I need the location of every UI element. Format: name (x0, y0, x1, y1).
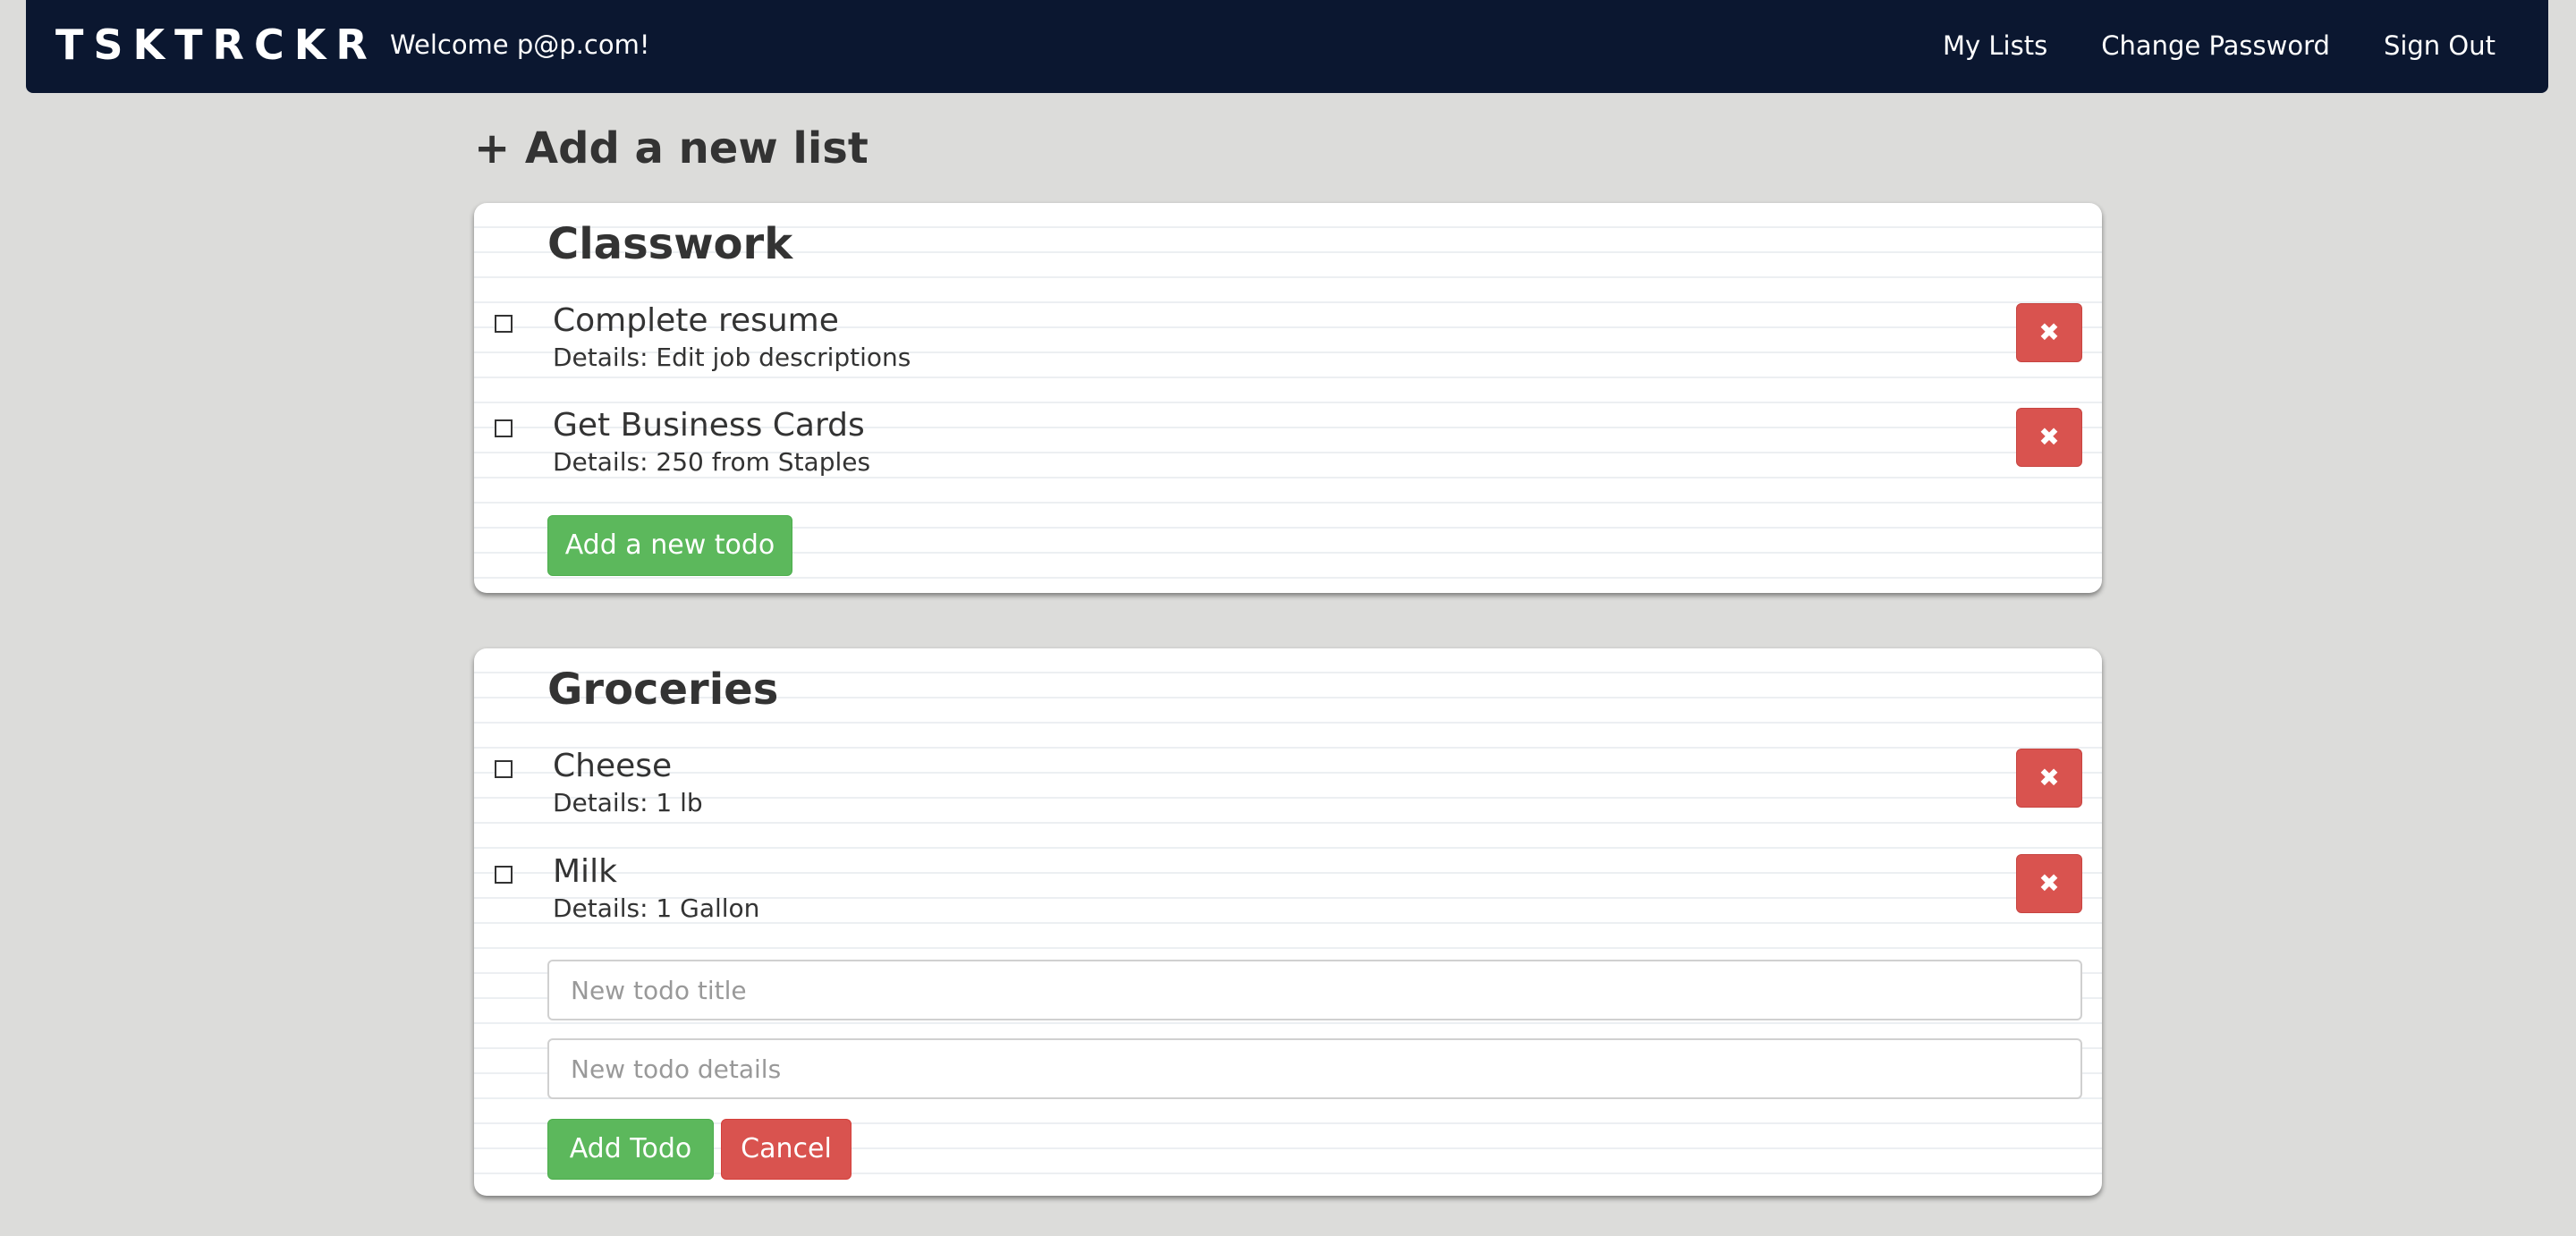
delete-todo-button[interactable]: ✖ (2016, 749, 2082, 808)
todo-title: Milk (553, 853, 617, 890)
navbar: TSKTRCKR Welcome p@p.com! My Lists Chang… (26, 0, 2548, 93)
todo-title: Cheese (553, 748, 673, 784)
todo-item: Get Business Cards Details: 250 from Sta… (474, 397, 2102, 487)
brand-logo[interactable]: TSKTRCKR (55, 21, 377, 68)
nav-my-lists[interactable]: My Lists (1943, 30, 2047, 62)
delete-todo-button[interactable]: ✖ (2016, 408, 2082, 467)
delete-todo-button[interactable]: ✖ (2016, 854, 2082, 913)
new-todo-details-input[interactable] (547, 1038, 2082, 1099)
todo-title: Complete resume (553, 302, 839, 339)
todo-details: Details: 1 lb (553, 788, 703, 817)
nav-sign-out[interactable]: Sign Out (2384, 30, 2496, 62)
todo-item: Milk Details: 1 Gallon ✖ (474, 843, 2102, 933)
list-title: Groceries (547, 665, 779, 715)
list-card-groceries: Groceries Cheese Details: 1 lb ✖ Milk De… (474, 648, 2102, 1196)
todo-details: Details: 250 from Staples (553, 447, 871, 477)
todo-item: Cheese Details: 1 lb ✖ (474, 738, 2102, 827)
delete-todo-button[interactable]: ✖ (2016, 303, 2082, 362)
nav-links: My Lists Change Password Sign Out (1943, 30, 2496, 62)
todo-details: Details: 1 Gallon (553, 893, 760, 923)
add-new-list-link[interactable]: + Add a new list (474, 122, 869, 175)
close-icon: ✖ (2038, 317, 2060, 347)
todo-title: Get Business Cards (553, 407, 865, 444)
list-card-classwork: Classwork Complete resume Details: Edit … (474, 203, 2102, 593)
add-todo-button[interactable]: Add Todo (547, 1119, 714, 1180)
welcome-message: Welcome p@p.com! (390, 30, 650, 60)
nav-change-password[interactable]: Change Password (2101, 30, 2330, 62)
new-todo-title-input[interactable] (547, 960, 2082, 1020)
todo-details: Details: Edit job descriptions (553, 343, 911, 372)
close-icon: ✖ (2038, 868, 2060, 898)
add-new-todo-button[interactable]: Add a new todo (547, 515, 792, 576)
close-icon: ✖ (2038, 422, 2060, 452)
list-title: Classwork (547, 219, 793, 269)
close-icon: ✖ (2038, 763, 2060, 792)
checkbox-unchecked-icon[interactable] (495, 315, 513, 333)
checkbox-unchecked-icon[interactable] (495, 866, 513, 884)
cancel-button[interactable]: Cancel (721, 1119, 852, 1180)
checkbox-unchecked-icon[interactable] (495, 760, 513, 778)
todo-item: Complete resume Details: Edit job descri… (474, 292, 2102, 382)
checkbox-unchecked-icon[interactable] (495, 419, 513, 437)
